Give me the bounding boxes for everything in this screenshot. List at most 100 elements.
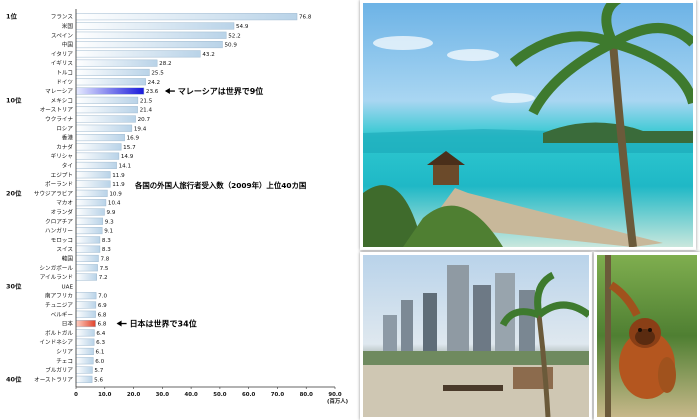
category-label: 南アフリカ [45,292,73,300]
unit-label: (百万人) [327,397,348,405]
category-label: マカオ [56,200,73,207]
category-label: ハンガリー [45,227,73,235]
value-label: 21.4 [140,108,153,114]
city-photo [360,252,592,420]
bar [75,171,111,179]
bar [75,152,120,160]
value-label: 10.9 [109,191,122,197]
category-label: チェコ [56,358,73,365]
bar [75,41,223,49]
category-label: UAE [62,284,74,290]
category-label: ブルガリア [45,366,73,374]
value-label: 8.3 [102,247,111,253]
rank-label: 1位 [6,12,18,21]
category-label: ポーランド [45,180,73,188]
category-label: スペイン [51,32,73,39]
category-label: ドイツ [56,80,73,86]
bar [75,217,104,225]
value-label: 6.9 [98,303,107,309]
bar [75,208,105,216]
beach-scene-icon [363,3,693,247]
chart-title: 各国の外国人旅行者受入数（2009年）上位40カ国 [134,181,306,190]
category-label: 中国 [62,41,74,49]
category-label: 米国 [62,22,74,30]
category-label: タイ [62,161,73,169]
annotation-text: マレーシアは世界で9位 [178,86,263,96]
x-tick-label: 40.0 [184,392,198,398]
value-label: 5.7 [94,368,103,374]
rank-label: 10位 [6,95,22,104]
category-label: シリア [56,348,73,355]
category-label: オーストリア [40,107,74,114]
bar [75,134,125,142]
category-label: イタリア [51,50,74,58]
x-tick-label: 70.0 [271,392,285,398]
value-label: 10.4 [108,201,121,207]
category-label: メキシコ [51,97,73,104]
bar-chart: フランス 76.8 米国 54.9 スペイン 52.2 中国 50.9 イタリア 43.2 イギリス… [6,9,348,405]
x-tick-label: 30.0 [156,392,170,398]
category-label: スイス [56,246,73,253]
bar [75,301,97,309]
bar [75,87,145,95]
value-label: 43.2 [202,52,214,58]
value-label: 7.5 [100,266,109,272]
value-label: 50.9 [224,43,237,49]
value-label: 24.2 [148,80,160,86]
value-label: 6.8 [98,312,107,318]
value-label: 6.3 [96,340,105,346]
value-label: 52.2 [228,33,240,39]
x-tick-label: 20.0 [127,392,141,398]
bar [75,264,98,272]
category-label: アイルランド [40,274,73,281]
x-tick-label: 80.0 [300,392,314,398]
bar [75,310,96,318]
category-label: エジプト [51,172,73,179]
category-label: モロッコ [51,237,73,244]
value-label: 9.3 [105,219,114,225]
category-label: ギリシャ [51,153,73,160]
category-label: ベルギー [51,311,74,318]
category-label: イギリス [51,60,74,67]
bar [75,245,101,253]
value-label: 28.2 [159,61,171,67]
bar [75,236,101,244]
value-label: 14.9 [121,154,134,160]
bar [75,78,146,86]
chart-panel: フランス 76.8 米国 54.9 スペイン 52.2 中国 50.9 イタリア 43.2 イギリス… [0,0,352,420]
x-tick-label: 10.0 [98,392,112,398]
bar [75,161,117,169]
value-label: 11.9 [112,182,125,188]
value-label: 54.9 [236,24,249,30]
category-label: サウジアラビア [34,189,74,197]
rank-label: 20位 [6,188,22,197]
value-label: 19.4 [134,126,147,132]
bar [75,13,298,21]
bar [75,50,201,58]
value-label: 25.5 [151,70,164,76]
annotation-text: 日本は世界で34位 [130,319,197,329]
rank-label: 40位 [6,374,22,383]
orangutan-icon [605,255,676,417]
value-label: 16.9 [127,136,140,142]
value-label: 76.8 [299,15,312,21]
category-label: ボルトガル [45,329,73,337]
category-label: マレーシア [45,88,73,95]
orangutan-photo [594,252,700,420]
value-label: 15.7 [123,145,136,151]
bar [75,254,99,262]
bar [75,292,97,300]
beach-photo [360,0,696,250]
category-label: チュニジア [45,302,73,309]
bar [75,106,138,114]
bar [75,357,94,365]
x-tick-label: 0 [74,392,78,398]
bar [75,338,95,346]
value-label: 21.5 [140,98,153,104]
rank-label: 30位 [6,281,22,290]
category-label: クロアチア [45,218,73,225]
value-label: 6.1 [96,349,105,355]
category-label: インドネシア [39,339,73,346]
category-label: オランダ [51,208,74,216]
category-label: ロシア [56,125,73,132]
